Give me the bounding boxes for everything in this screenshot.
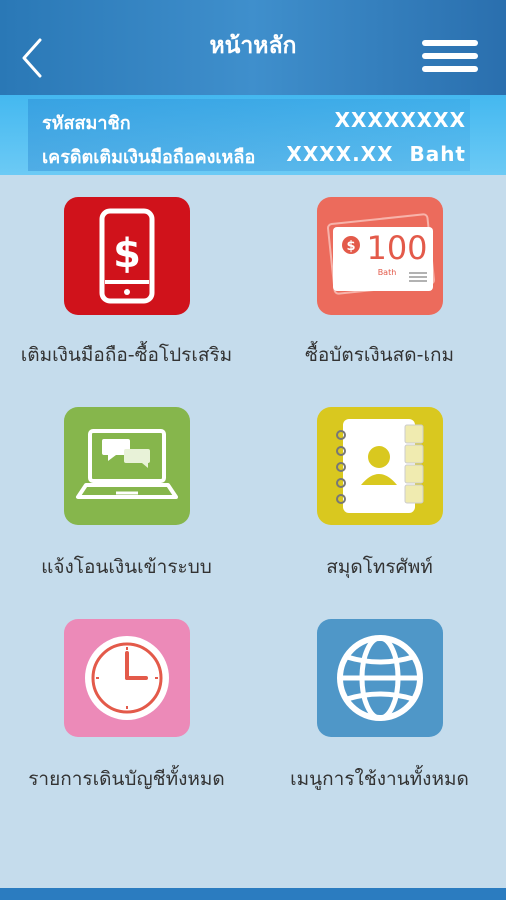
menu-tile-mobile-topup[interactable]: $	[64, 197, 190, 315]
balance-label: เครดิตเติมเงินมือถือคงเหลือ	[42, 147, 256, 168]
menu-label-mobile-topup: เติมเงินมือถือ-ซื้อโปรเสริม	[20, 344, 233, 366]
member-id-value: XXXXXXXX	[334, 108, 466, 132]
cash-card-icon: $ 100 Bath	[327, 213, 435, 295]
menu-tile-all-menu[interactable]	[317, 619, 443, 737]
menu-tile-phonebook[interactable]	[317, 407, 443, 525]
globe-icon	[337, 635, 423, 721]
menu-tile-statement[interactable]	[64, 619, 190, 737]
menu-tile-transfer-notice[interactable]	[64, 407, 190, 525]
cash-card-currency: Bath	[378, 268, 397, 277]
member-info-panel: รหัสสมาชิก XXXXXXXX เครดิตเติมเงินมือถือ…	[0, 95, 506, 175]
cash-card-amount: 100	[366, 229, 427, 267]
menu-label-statement: รายการเดินบัญชีทั้งหมด	[28, 768, 225, 790]
mobile-topup-icon: $	[99, 208, 155, 304]
balance-value: XXXX.XX Baht	[286, 142, 466, 166]
menu-label-transfer-notice: แจ้งโอนเงินเข้าระบบ	[41, 556, 212, 578]
menu-label-phonebook: สมุดโทรศัพท์	[326, 556, 433, 578]
hamburger-menu-button[interactable]	[422, 40, 478, 74]
phonebook-icon	[336, 419, 424, 513]
laptop-chat-icon	[76, 429, 178, 499]
menu-line	[422, 53, 478, 59]
svg-text:$: $	[346, 239, 355, 254]
clock-icon	[85, 636, 169, 720]
menu-line	[422, 66, 478, 72]
menu-label-all-menu: เมนูการใช้งานทั้งหมด	[290, 768, 469, 790]
menu-line	[422, 40, 478, 46]
bottom-bar	[0, 888, 506, 900]
svg-text:$: $	[113, 231, 141, 277]
menu-tile-cash-card[interactable]: $ 100 Bath	[317, 197, 443, 315]
menu-label-cash-card: ซื้อบัตรเงินสด-เกม	[305, 344, 454, 366]
top-bar: หน้าหลัก	[0, 0, 506, 95]
member-id-label: รหัสสมาชิก	[42, 113, 131, 134]
